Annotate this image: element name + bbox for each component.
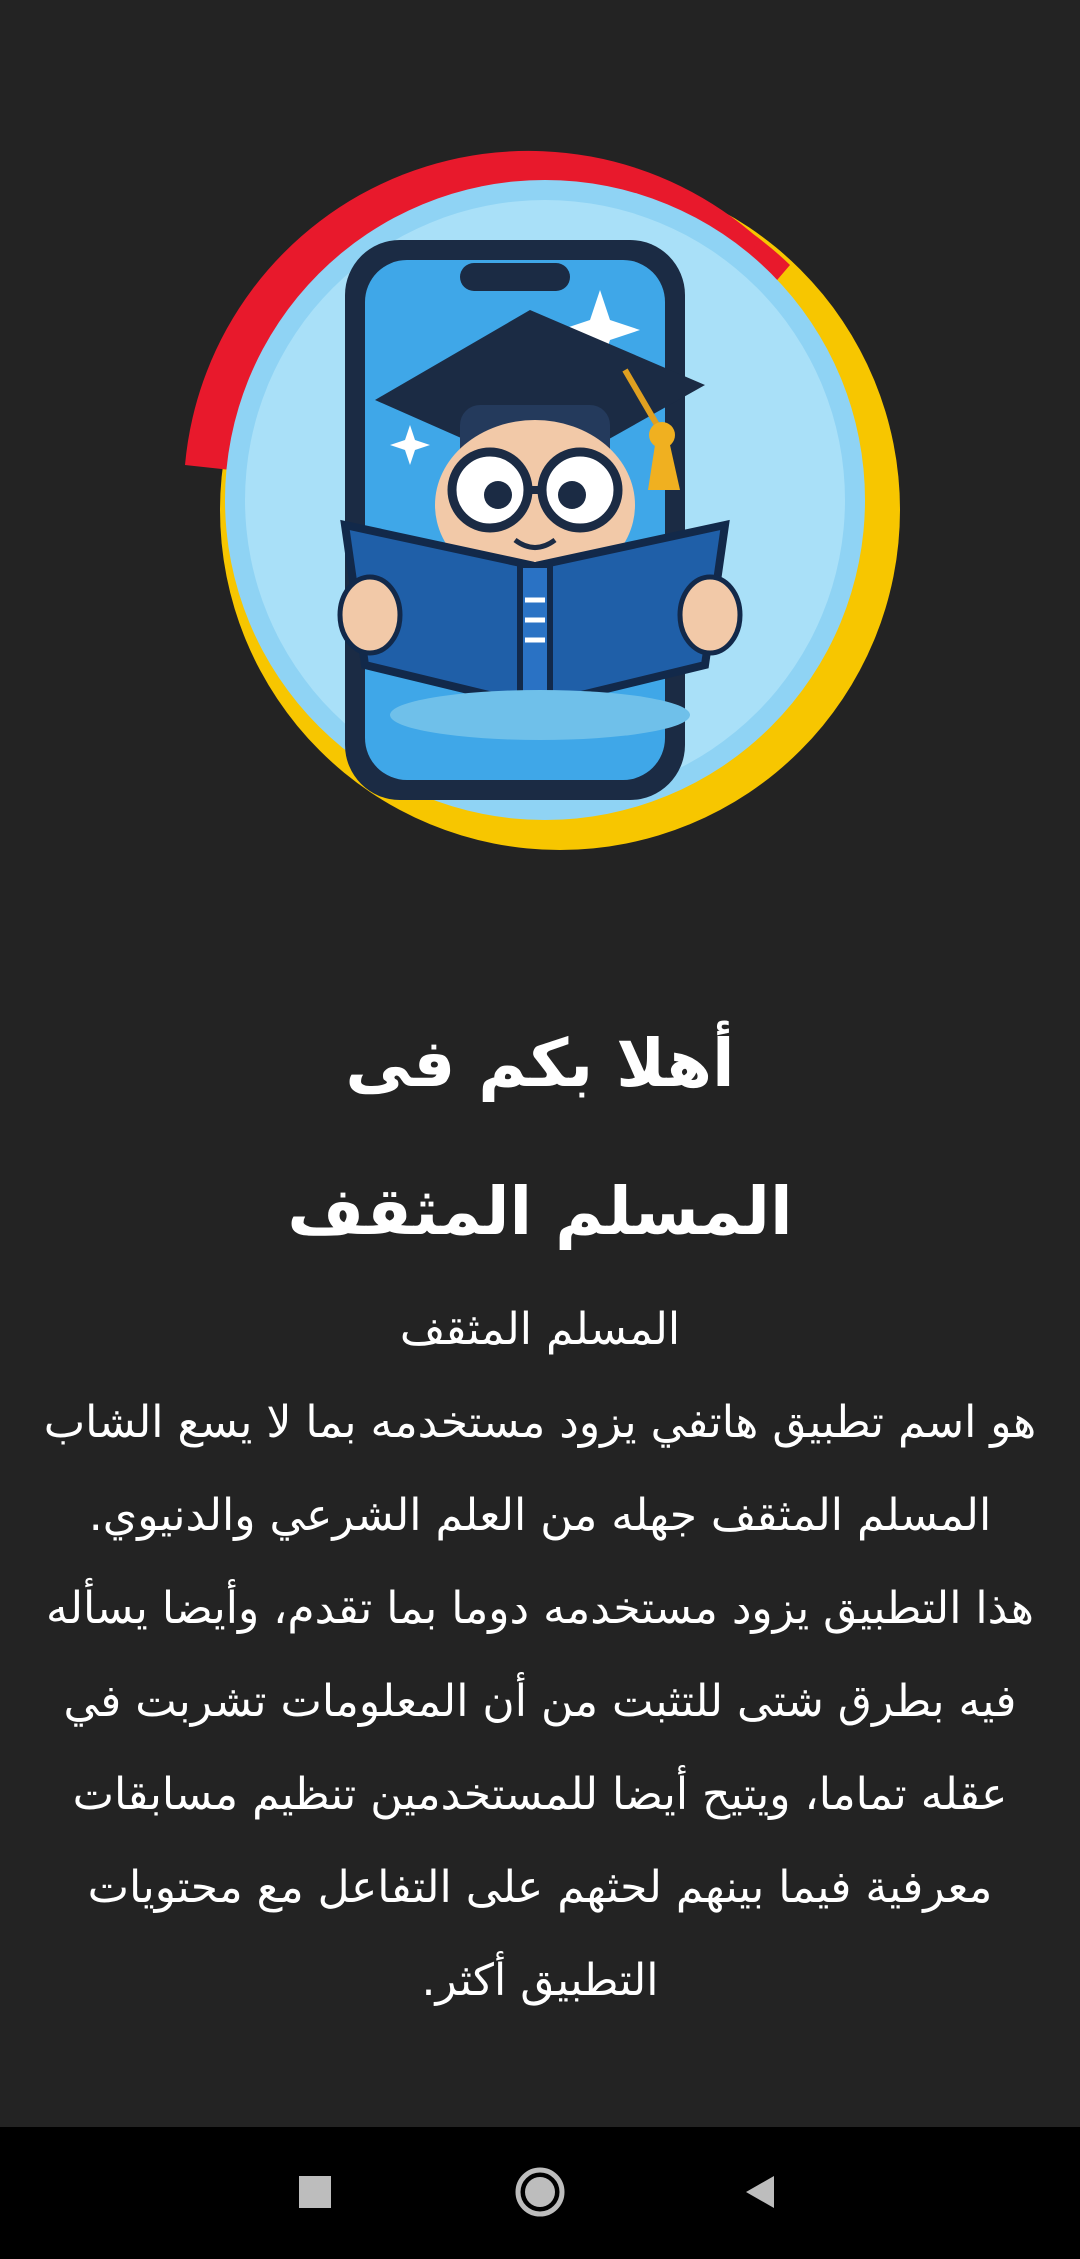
circle-home-icon [515,2167,565,2217]
welcome-heading: أهلا بكم فى المسلم المثقف [0,990,1080,1286]
welcome-line-2: المسلم المثقف [287,1173,793,1250]
app-logo [170,145,910,865]
back-button[interactable] [715,2147,805,2237]
student-reading-book-icon [185,150,900,850]
triangle-back-icon [746,2176,774,2208]
recents-button[interactable] [270,2147,360,2237]
description-paragraph-2: هذا التطبيق يزود مستخدمه دوما بما تقدم، … [46,1583,1034,2006]
app-description: المسلم المثقف هو اسم تطبيق هاتفي يزود مس… [40,1283,1040,2027]
description-app-name: المسلم المثقف [399,1304,681,1355]
system-navigation-bar [0,2127,1080,2259]
home-button[interactable] [495,2147,585,2237]
welcome-screen: أهلا بكم فى المسلم المثقف المسلم المثقف … [0,0,1080,2259]
square-recents-icon [299,2176,331,2208]
description-paragraph-1: هو اسم تطبيق هاتفي يزود مستخدمه بما لا ي… [43,1397,1037,1541]
welcome-line-1: أهلا بكم فى [345,1025,735,1102]
